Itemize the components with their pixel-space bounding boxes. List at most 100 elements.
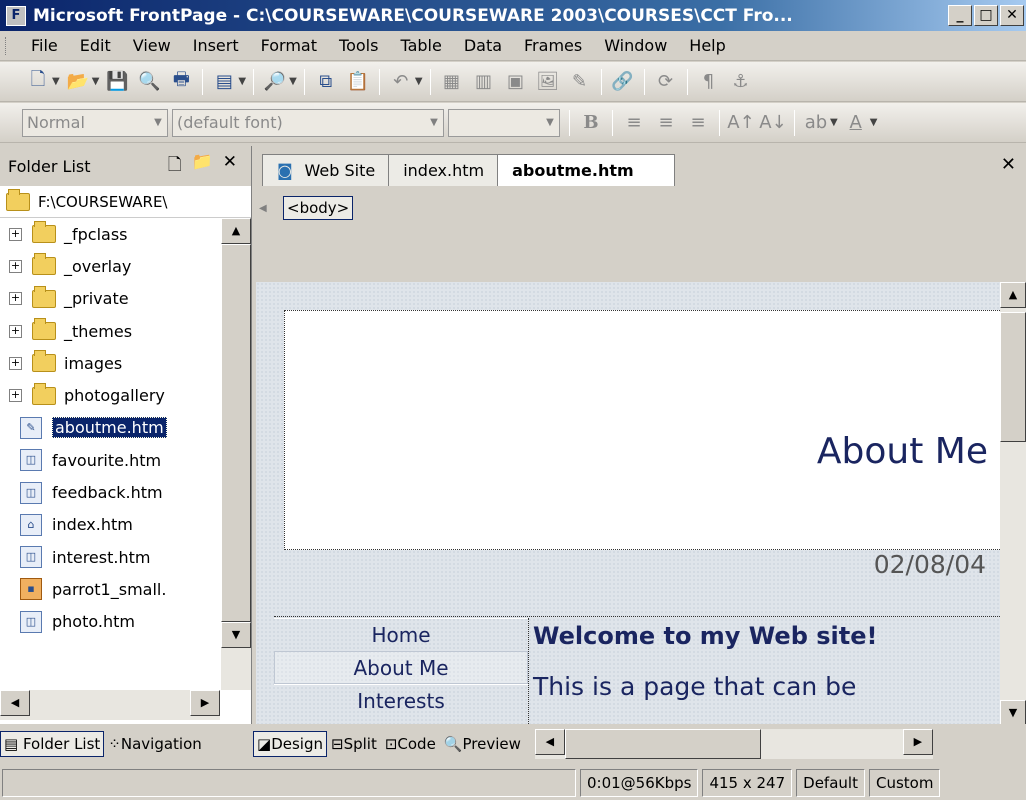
tab-aboutme-htm[interactable]: aboutme.htm: [497, 154, 675, 186]
canvas-vertical-scrollbar[interactable]: ▲ ▼: [1000, 282, 1026, 726]
scroll-thumb[interactable]: [221, 244, 251, 622]
custom-mode[interactable]: Custom: [868, 769, 941, 797]
paste-icon[interactable]: 📋: [344, 68, 372, 96]
tab-navigation[interactable]: ⁘Navigation: [104, 731, 205, 757]
page-banner[interactable]: About Me: [284, 310, 1000, 550]
scroll-up-icon[interactable]: ▲: [1000, 282, 1026, 308]
tree-folder[interactable]: + photogallery: [0, 379, 251, 411]
menu-format[interactable]: Format: [250, 36, 328, 55]
menu-window[interactable]: Window: [593, 36, 678, 55]
menu-table[interactable]: Table: [389, 36, 452, 55]
page-dimensions[interactable]: 415 x 247: [702, 769, 793, 797]
align-left-icon[interactable]: ≡: [620, 109, 648, 137]
menu-frames[interactable]: Frames: [513, 36, 593, 55]
folder-horizontal-scrollbar[interactable]: ◀ ▶: [0, 690, 220, 720]
anchor-icon[interactable]: ⚓: [727, 68, 755, 96]
close-icon[interactable]: ✕: [223, 152, 237, 181]
content-cell[interactable]: Welcome to my Web site! This is a page t…: [528, 618, 1000, 726]
new-page-icon[interactable]: 🗋: [24, 68, 52, 96]
menu-view[interactable]: View: [122, 36, 182, 55]
scroll-thumb[interactable]: [1000, 312, 1026, 442]
copy-icon[interactable]: ⧉: [312, 68, 340, 96]
new-dropdown-icon[interactable]: ▼: [52, 76, 60, 87]
menu-file[interactable]: File: [20, 36, 69, 55]
undo-icon[interactable]: ↶: [387, 68, 415, 96]
tab-design[interactable]: ◪Design: [253, 731, 327, 757]
font-color-icon[interactable]: A: [842, 109, 870, 137]
expand-icon[interactable]: +: [9, 356, 22, 370]
tree-file[interactable]: ◫ photo.htm: [0, 606, 251, 638]
frontpage-app-icon[interactable]: F: [6, 5, 26, 26]
tree-folder[interactable]: + images: [0, 347, 251, 379]
minimize-icon[interactable]: _: [948, 5, 972, 26]
menu-data[interactable]: Data: [453, 36, 513, 55]
insert-picture-icon[interactable]: 🖼: [534, 68, 562, 96]
increase-font-icon[interactable]: A↑: [727, 109, 755, 137]
tree-file[interactable]: ▪ parrot1_small.: [0, 573, 251, 605]
scroll-left-icon[interactable]: ◀: [0, 690, 30, 716]
scroll-down-icon[interactable]: ▼: [1000, 700, 1026, 726]
tree-file[interactable]: ⌂ index.htm: [0, 509, 251, 541]
scroll-down-icon[interactable]: ▼: [221, 622, 251, 648]
open-icon[interactable]: 📂: [64, 68, 92, 96]
show-all-icon[interactable]: ¶: [695, 68, 723, 96]
scroll-right-icon[interactable]: ▶: [190, 690, 220, 716]
undo-dropdown-icon[interactable]: ▼: [415, 76, 423, 87]
expand-icon[interactable]: +: [9, 389, 22, 403]
folder-vertical-scrollbar[interactable]: ▲ ▼: [221, 218, 251, 690]
drawing-icon[interactable]: ✎: [566, 68, 594, 96]
size-combo[interactable]: ▼: [448, 108, 560, 137]
menubar-grip[interactable]: [5, 37, 8, 55]
style-combo[interactable]: Normal ▼: [22, 108, 168, 137]
design-canvas[interactable]: About Me 02/08/04 Home About Me Interest…: [256, 282, 1000, 726]
publish-icon[interactable]: 🖶: [167, 68, 195, 96]
highlight-icon[interactable]: ab: [802, 109, 830, 137]
tree-file[interactable]: ◫ interest.htm: [0, 541, 251, 573]
nav-link-home[interactable]: Home: [274, 618, 528, 651]
tab-index-htm[interactable]: index.htm: [388, 154, 500, 186]
tab-folder-list[interactable]: ▤ Folder List: [0, 731, 105, 757]
insert-table-icon[interactable]: ▥: [470, 68, 498, 96]
nav-link-interests[interactable]: Interests: [274, 684, 528, 717]
preview-in-browser-icon[interactable]: 🔎: [261, 68, 289, 96]
scroll-left-icon[interactable]: ◀: [534, 729, 565, 755]
menu-edit[interactable]: Edit: [69, 36, 122, 55]
font-combo[interactable]: (default font) ▼: [172, 108, 444, 137]
new-folder-icon[interactable]: 📁: [192, 152, 213, 181]
nav-link-about-me[interactable]: About Me: [274, 651, 528, 684]
toggle-pane-icon[interactable]: ▤: [210, 68, 238, 96]
tree-root[interactable]: F:\COURSEWARE\: [0, 186, 251, 218]
tree-file[interactable]: ◫ feedback.htm: [0, 476, 251, 508]
close-icon[interactable]: ✕: [1000, 5, 1024, 26]
expand-icon[interactable]: +: [9, 324, 22, 338]
tree-folder[interactable]: + _overlay: [0, 250, 251, 282]
tree-file[interactable]: ✎ aboutme.htm: [0, 412, 251, 444]
highlight-dropdown-icon[interactable]: ▼: [830, 117, 838, 128]
tree-folder[interactable]: + _fpclass: [0, 218, 251, 250]
tab-preview[interactable]: 🔍Preview: [440, 731, 525, 757]
menu-insert[interactable]: Insert: [182, 36, 250, 55]
close-icon[interactable]: ✕: [1001, 154, 1016, 175]
insert-frame-icon[interactable]: ▣: [502, 68, 530, 96]
menu-tools[interactable]: Tools: [328, 36, 389, 55]
hyperlink-icon[interactable]: 🔗: [609, 68, 637, 96]
scroll-left-icon[interactable]: ◀: [259, 203, 267, 214]
tab-code[interactable]: ⊡Code: [381, 731, 440, 757]
tab-web-site[interactable]: ◙ Web Site: [262, 154, 391, 186]
canvas-horizontal-scrollbar[interactable]: ◀ ▶: [534, 729, 933, 759]
decrease-font-icon[interactable]: A↓: [759, 109, 787, 137]
preview-dropdown-icon[interactable]: ▼: [289, 76, 297, 87]
maximize-icon[interactable]: □: [974, 5, 998, 26]
expand-icon[interactable]: +: [9, 227, 22, 241]
chevron-down-icon[interactable]: ▼: [425, 117, 443, 128]
rendering-mode[interactable]: Default: [796, 769, 865, 797]
align-right-icon[interactable]: ≡: [684, 109, 712, 137]
menu-help[interactable]: Help: [678, 36, 736, 55]
tab-split[interactable]: ⊟Split: [327, 731, 381, 757]
insert-layer-icon[interactable]: ▦: [438, 68, 466, 96]
new-page-icon[interactable]: 🗋: [168, 152, 182, 181]
search-icon[interactable]: 🔍: [135, 68, 163, 96]
align-center-icon[interactable]: ≡: [652, 109, 680, 137]
chevron-down-icon[interactable]: ▼: [541, 117, 559, 128]
open-dropdown-icon[interactable]: ▼: [92, 76, 100, 87]
